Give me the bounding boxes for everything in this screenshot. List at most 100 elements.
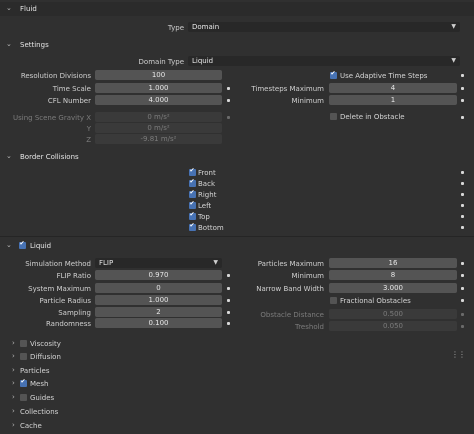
domain-type-value: Liquid bbox=[192, 57, 214, 65]
border-left-label: Left bbox=[198, 202, 212, 210]
collections-label: Collections bbox=[20, 408, 59, 416]
drag-handle-icon[interactable]: ⋮⋮ bbox=[451, 350, 466, 359]
chevron-down-icon: ⌄ bbox=[6, 40, 12, 48]
particles-subpanel[interactable]: › Particles bbox=[0, 365, 474, 377]
chevron-down-icon: ▼ bbox=[213, 259, 218, 266]
keyframe-dot-icon[interactable] bbox=[227, 299, 230, 302]
resolution-label: Resolution Divisions bbox=[20, 72, 91, 80]
randomness-label: Randomness bbox=[45, 320, 91, 328]
fluid-panel-header[interactable]: ⌄ Fluid bbox=[0, 2, 474, 16]
keyframe-dot-icon[interactable] bbox=[461, 226, 464, 229]
liquid-minimum-field[interactable]: 8 bbox=[329, 270, 457, 280]
particle-radius-label: Particle Radius bbox=[39, 297, 91, 305]
diffusion-subpanel[interactable]: › Diffusion bbox=[0, 351, 474, 363]
border-collisions-header[interactable]: ⌄ Border Collisions bbox=[0, 150, 474, 164]
domain-type-dropdown[interactable]: Liquid ▼ bbox=[188, 56, 460, 66]
border-back-checkbox[interactable] bbox=[189, 178, 196, 187]
minimum-field[interactable]: 1 bbox=[329, 95, 457, 105]
narrow-band-field[interactable]: 3.000 bbox=[329, 283, 457, 293]
keyframe-dot-icon bbox=[461, 325, 464, 328]
diffusion-label: Diffusion bbox=[30, 353, 61, 361]
keyframe-dot-icon[interactable] bbox=[461, 74, 464, 77]
collections-subpanel[interactable]: › Collections bbox=[0, 406, 474, 418]
system-max-field[interactable]: 0 bbox=[95, 283, 222, 293]
chevron-right-icon: › bbox=[12, 393, 15, 401]
border-collisions-title: Border Collisions bbox=[20, 153, 79, 161]
sim-method-label: Simulation Method bbox=[25, 260, 91, 268]
delete-obstacle-label: Delete in Obstacle bbox=[340, 113, 405, 121]
keyframe-dot-icon[interactable] bbox=[461, 262, 464, 265]
keyframe-dot-icon[interactable] bbox=[461, 299, 464, 302]
type-dropdown[interactable]: Domain ▼ bbox=[188, 22, 460, 32]
particles-max-label: Particles Maximum bbox=[257, 260, 324, 268]
gravity-z-label: Z bbox=[86, 136, 91, 144]
chevron-down-icon: ▼ bbox=[451, 57, 456, 64]
divider bbox=[0, 236, 474, 237]
cache-subpanel[interactable]: › Cache bbox=[0, 420, 474, 432]
sampling-field[interactable]: 2 bbox=[95, 307, 222, 317]
flip-ratio-label: FLIP Ratio bbox=[56, 272, 91, 280]
mesh-subpanel[interactable]: › Mesh bbox=[0, 378, 474, 390]
border-right-label: Right bbox=[198, 191, 217, 199]
guides-subpanel[interactable]: › Guides bbox=[0, 392, 474, 404]
use-adaptive-checkbox[interactable] bbox=[330, 70, 337, 79]
narrow-band-label: Narrow Band Width bbox=[256, 285, 324, 293]
particles-max-field[interactable]: 16 bbox=[329, 258, 457, 268]
chevron-right-icon: › bbox=[12, 379, 15, 387]
liquid-panel-header[interactable]: ⌄ Liquid bbox=[0, 239, 474, 253]
threshold-label: Treshold bbox=[294, 323, 324, 331]
mesh-checkbox[interactable] bbox=[20, 378, 27, 387]
domain-type-label: Domain Type bbox=[138, 58, 184, 66]
particle-radius-field[interactable]: 1.000 bbox=[95, 295, 222, 305]
gravity-y-label: Y bbox=[86, 125, 91, 133]
keyframe-dot-icon[interactable] bbox=[461, 116, 464, 119]
liquid-enable-checkbox[interactable] bbox=[19, 240, 26, 249]
threshold-field: 0.050 bbox=[329, 321, 457, 331]
guides-checkbox[interactable] bbox=[20, 394, 27, 401]
gravity-x-label: Using Scene Gravity X bbox=[13, 114, 91, 122]
chevron-right-icon: › bbox=[12, 407, 15, 415]
keyframe-dot-icon[interactable] bbox=[461, 287, 464, 290]
settings-panel-header[interactable]: ⌄ Settings bbox=[0, 38, 474, 52]
keyframe-dot-icon bbox=[227, 116, 230, 119]
keyframe-dot-icon[interactable] bbox=[461, 182, 464, 185]
cfl-field[interactable]: 4.000 bbox=[95, 95, 222, 105]
minimum-label: Minimum bbox=[291, 97, 324, 105]
border-right-checkbox[interactable] bbox=[189, 189, 196, 198]
use-adaptive-label: Use Adaptive Time Steps bbox=[340, 72, 428, 80]
keyframe-dot-icon[interactable] bbox=[461, 99, 464, 102]
keyframe-dot-icon[interactable] bbox=[461, 274, 464, 277]
chevron-right-icon: › bbox=[12, 421, 15, 429]
viscosity-subpanel[interactable]: › Viscosity bbox=[0, 338, 474, 350]
border-front-checkbox[interactable] bbox=[189, 167, 196, 176]
randomness-field[interactable]: 0.100 bbox=[95, 318, 222, 328]
border-front-label: Front bbox=[198, 169, 216, 177]
chevron-right-icon: › bbox=[12, 339, 15, 347]
sim-method-dropdown[interactable]: FLIP ▼ bbox=[95, 258, 222, 268]
chevron-right-icon: › bbox=[12, 366, 15, 374]
mesh-label: Mesh bbox=[30, 380, 49, 388]
time-scale-field[interactable]: 1.000 bbox=[95, 83, 222, 93]
viscosity-label: Viscosity bbox=[30, 340, 61, 348]
border-left-checkbox[interactable] bbox=[189, 200, 196, 209]
obstacle-distance-field: 0.500 bbox=[329, 309, 457, 319]
gravity-y-field: 0 m/s² bbox=[95, 123, 222, 133]
viscosity-checkbox[interactable] bbox=[20, 340, 27, 347]
chevron-down-icon: ▼ bbox=[451, 23, 456, 30]
resolution-field[interactable]: 100 bbox=[95, 70, 222, 80]
fractional-obstacles-checkbox[interactable] bbox=[330, 297, 337, 304]
diffusion-checkbox[interactable] bbox=[20, 353, 27, 360]
keyframe-dot-icon[interactable] bbox=[461, 193, 464, 196]
keyframe-dot-icon[interactable] bbox=[461, 171, 464, 174]
cfl-label: CFL Number bbox=[47, 97, 91, 105]
timesteps-max-field[interactable]: 4 bbox=[329, 83, 457, 93]
border-bottom-checkbox[interactable] bbox=[189, 222, 196, 231]
sampling-label: Sampling bbox=[58, 309, 91, 317]
delete-obstacle-checkbox[interactable] bbox=[330, 113, 337, 120]
sim-method-value: FLIP bbox=[99, 259, 114, 267]
flip-ratio-field[interactable]: 0.970 bbox=[95, 270, 222, 280]
keyframe-dot-icon[interactable] bbox=[461, 204, 464, 207]
border-top-checkbox[interactable] bbox=[189, 211, 196, 220]
keyframe-dot-icon[interactable] bbox=[461, 215, 464, 218]
keyframe-dot-icon[interactable] bbox=[461, 87, 464, 90]
